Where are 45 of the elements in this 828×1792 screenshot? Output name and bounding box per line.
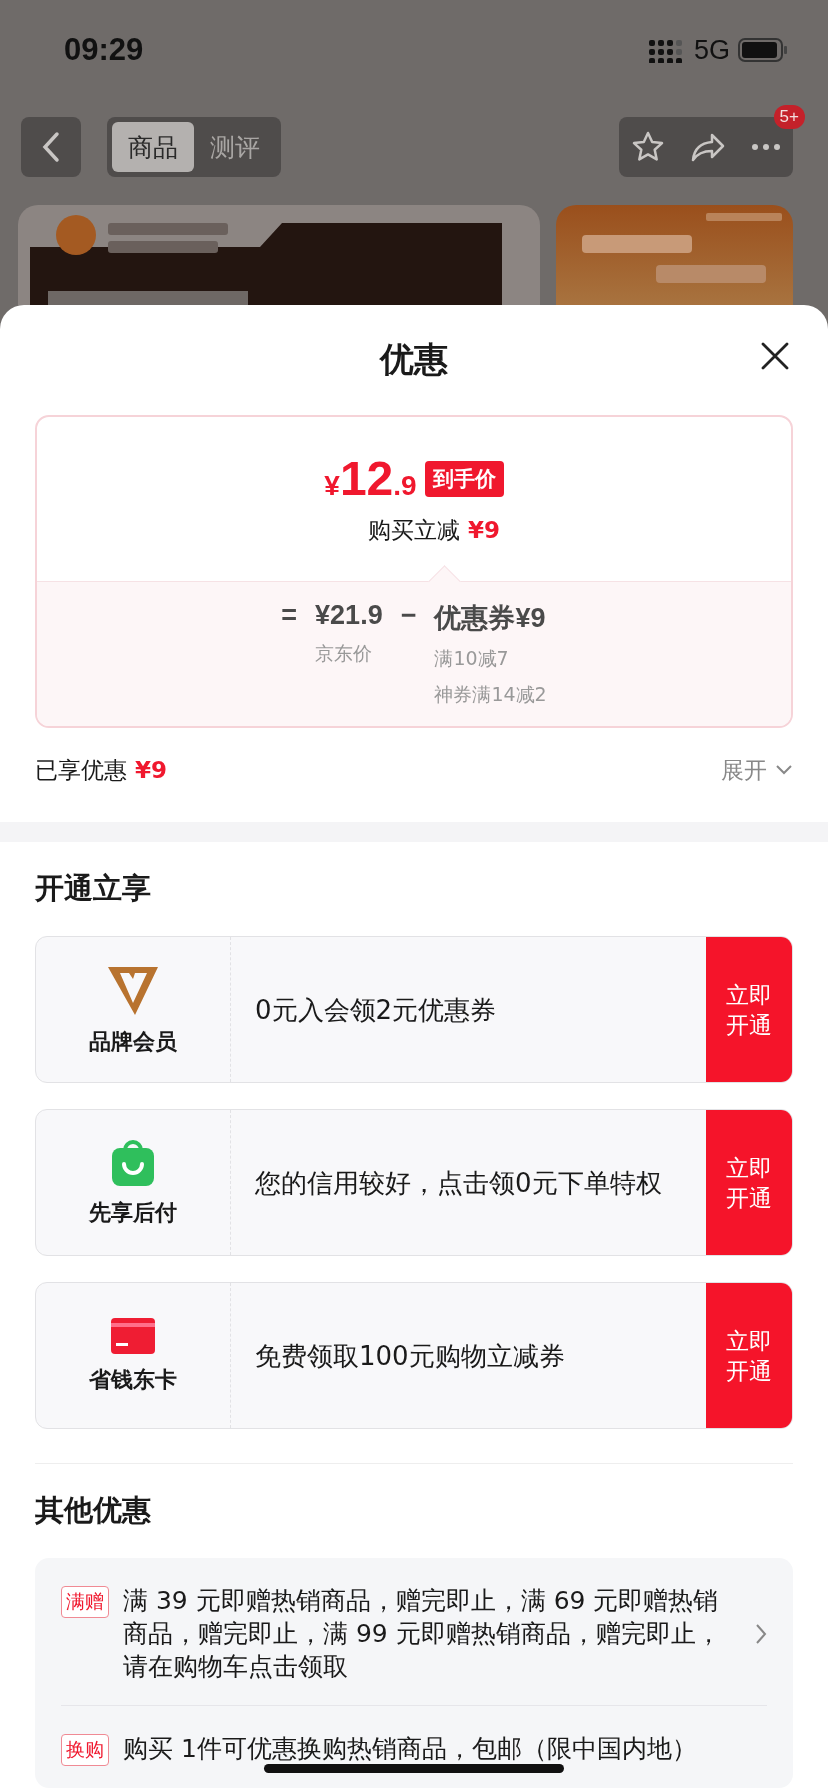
network-label: 5G [693,34,730,66]
open-button[interactable]: 立即开通 [706,937,792,1082]
enjoyed-discount: 已享优惠 ¥9 [35,755,167,785]
coupon-detail: 神券满14减2 [434,682,547,707]
coupon-amount: 优惠券¥9 [434,602,547,635]
membership-offer: 免费领取100元购物立减券 [255,1339,565,1373]
battery-icon [738,38,788,62]
star-icon[interactable] [631,130,666,164]
membership-name: 先享后付 [89,1198,177,1227]
more-icon[interactable] [750,143,781,151]
offer-text: 满 39 元即赠热销商品，赠完即止，满 69 元即赠热销商品，赠完即止，满 99 元即赠热销商品，赠完即止，请在购物车点击领取 [123,1585,722,1683]
membership-offer: 0元入会领2元优惠券 [255,993,497,1027]
membership-name: 省钱东卡 [89,1365,177,1394]
instant-discount: 购买立减 ¥9 [368,516,500,545]
sheet-title: 优惠 [380,338,448,381]
notification-badge: 5+ [773,105,805,129]
base-price: ¥21.9 [315,600,383,631]
offer-row[interactable]: 满赠 满 39 元即赠热销商品，赠完即止，满 69 元即赠热销商品，赠完即止，满 99 元即赠热销商品，赠完即止，请在购物车点击领取 [61,1558,767,1706]
share-icon[interactable] [690,132,726,162]
membership-offer: 您的信用较好，点击领0元下单特权 [255,1166,662,1200]
coupon-detail: 满10减7 [434,646,510,671]
membership-name: 品牌会员 [89,1027,177,1056]
final-price: ¥12.9 [324,455,417,503]
price-tag: 到手价 [424,461,504,497]
close-icon[interactable] [760,341,790,371]
minus-sign: − [400,600,417,632]
offer-tag: 换购 [61,1734,109,1766]
status-time: 09:29 [64,32,144,68]
offer-tag: 满赠 [61,1586,109,1618]
tab[interactable]: 测评 [194,122,276,172]
chevron-icon[interactable] [755,1622,767,1645]
card-icon [110,1316,156,1355]
tab[interactable]: 商品 [112,122,194,172]
expand-button[interactable]: 展开 [721,754,793,786]
section-title: 开通立享 [34,870,152,907]
chevron-down-icon [775,764,793,776]
base-price-label: 京东价 [315,641,374,666]
offer-text: 购买 1件可优惠换购热销商品，包邮（限中国内地） [123,1733,698,1765]
open-button[interactable]: 立即开通 [706,1110,792,1255]
section-title: 其他优惠 [34,1492,152,1529]
equals-sign: = [281,600,298,632]
shopping-bag-icon [110,1137,156,1188]
open-button[interactable]: 立即开通 [706,1283,792,1428]
back-button[interactable] [21,117,81,177]
offer-row[interactable]: 换购 购买 1件可优惠换购热销商品，包邮（限中国内地） [61,1706,767,1788]
